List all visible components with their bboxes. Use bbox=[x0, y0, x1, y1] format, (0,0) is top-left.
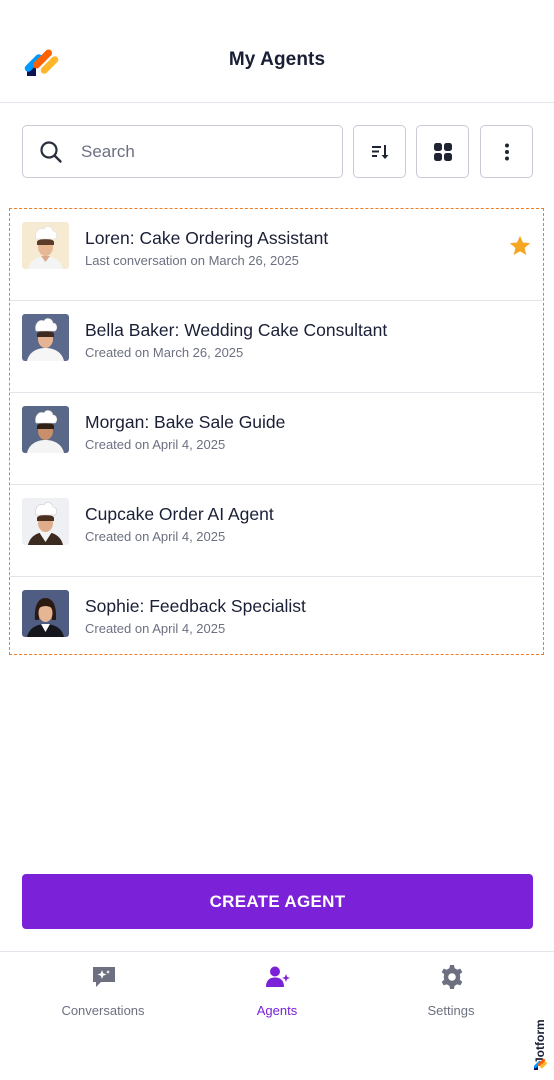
grid-view-icon bbox=[433, 142, 452, 161]
agent-subtitle: Created on April 4, 2025 bbox=[85, 529, 226, 544]
agent-row[interactable]: Loren: Cake Ordering Assistant Last conv… bbox=[10, 209, 542, 301]
agent-name: Morgan: Bake Sale Guide bbox=[85, 412, 286, 432]
businesswoman-avatar bbox=[22, 590, 69, 637]
agent-row[interactable]: Cupcake Order AI Agent Created on April … bbox=[10, 485, 542, 577]
agent-row[interactable]: Sophie: Feedback Specialist Created on A… bbox=[10, 577, 542, 669]
bottom-navigation: Conversations Agents Settings bbox=[0, 951, 554, 1080]
chat-sparkle-icon bbox=[93, 967, 115, 987]
agent-sparkle-icon bbox=[266, 966, 290, 987]
agent-name: Cupcake Order AI Agent bbox=[85, 504, 274, 524]
jotform-branding: Jotform bbox=[531, 998, 551, 1070]
gear-icon bbox=[441, 965, 463, 989]
agent-subtitle: Created on April 4, 2025 bbox=[85, 621, 226, 636]
agent-row[interactable]: Morgan: Bake Sale Guide Created on April… bbox=[10, 393, 542, 485]
nav-item-agents[interactable]: Agents bbox=[202, 962, 352, 1018]
chef-woman-avatar bbox=[22, 498, 69, 545]
more-vertical-icon bbox=[504, 143, 509, 160]
agent-subtitle: Created on April 4, 2025 bbox=[85, 437, 226, 452]
nav-label: Conversations bbox=[61, 1003, 145, 1018]
brand-name: Jotform bbox=[533, 1019, 547, 1064]
chef-woman-avatar bbox=[22, 222, 69, 269]
sort-button[interactable] bbox=[353, 125, 406, 178]
nav-item-settings[interactable]: Settings bbox=[376, 962, 526, 1018]
search-input[interactable] bbox=[81, 126, 331, 177]
search-icon bbox=[40, 141, 62, 163]
nav-item-conversations[interactable]: Conversations bbox=[28, 962, 178, 1018]
agent-row[interactable]: Bella Baker: Wedding Cake Consultant Cre… bbox=[10, 301, 542, 393]
page-title: My Agents bbox=[228, 49, 326, 70]
star-icon[interactable] bbox=[508, 234, 532, 258]
agent-subtitle: Created on March 26, 2025 bbox=[85, 345, 244, 360]
create-agent-button[interactable]: CREATE AGENT bbox=[22, 874, 533, 929]
agent-name: Bella Baker: Wedding Cake Consultant bbox=[85, 320, 388, 340]
nav-label: Settings bbox=[427, 1003, 475, 1018]
chef-woman-avatar bbox=[22, 406, 69, 453]
app-header: My Agents bbox=[0, 0, 554, 103]
grid-view-button[interactable] bbox=[416, 125, 469, 178]
agent-name: Loren: Cake Ordering Assistant bbox=[85, 228, 329, 248]
search-box[interactable] bbox=[22, 125, 343, 178]
chef-woman-avatar bbox=[22, 314, 69, 361]
agent-name: Sophie: Feedback Specialist bbox=[85, 596, 306, 616]
more-options-button[interactable] bbox=[480, 125, 533, 178]
agent-subtitle: Last conversation on March 26, 2025 bbox=[85, 253, 299, 268]
sort-icon bbox=[371, 144, 388, 159]
jotform-mark-icon bbox=[534, 1058, 547, 1070]
nav-label: Agents bbox=[256, 1003, 298, 1018]
agent-list: Loren: Cake Ordering Assistant Last conv… bbox=[9, 208, 544, 655]
